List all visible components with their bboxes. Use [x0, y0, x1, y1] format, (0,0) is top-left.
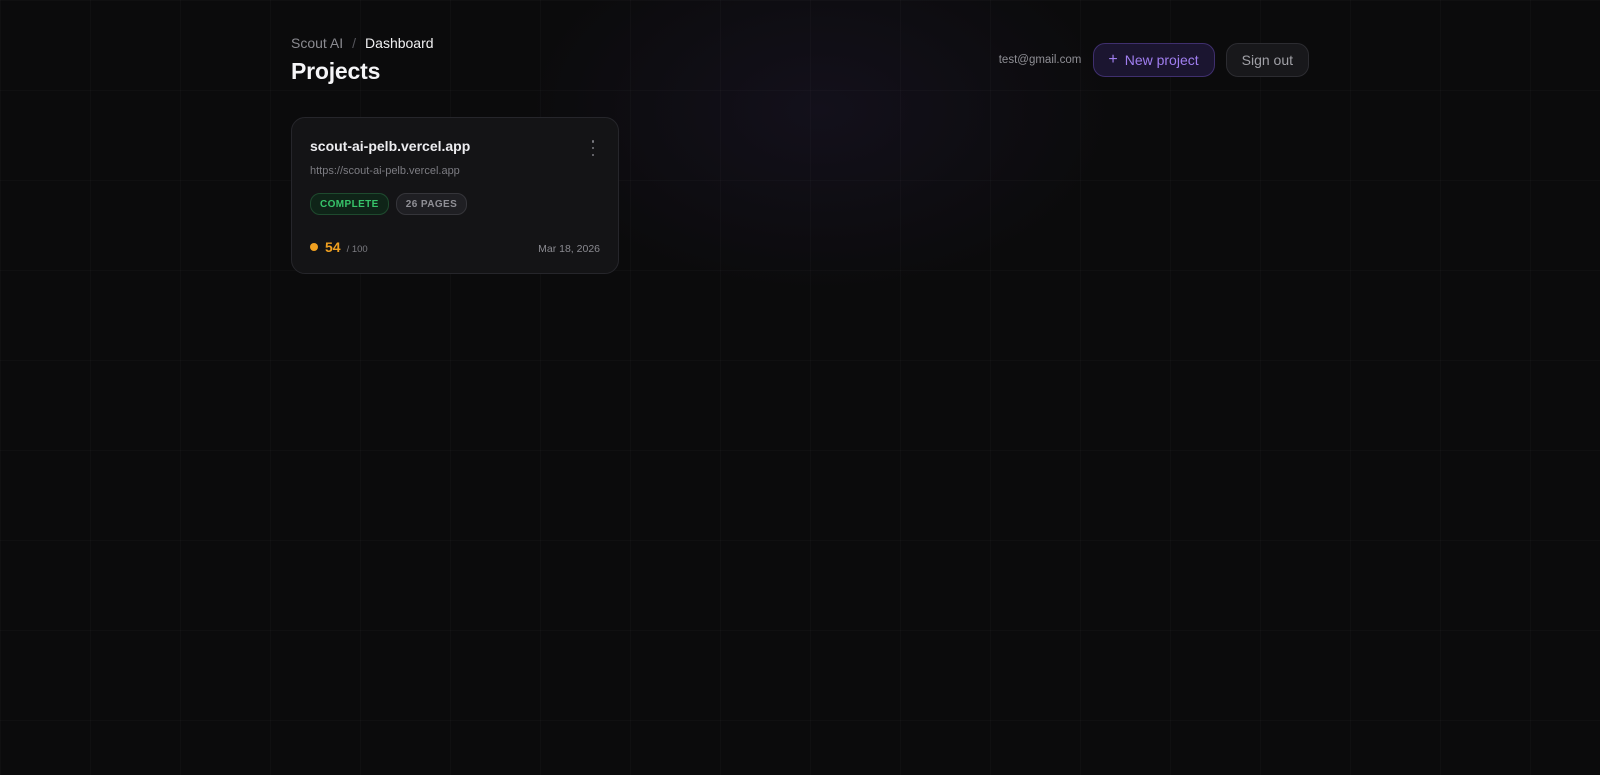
sign-out-button[interactable]: Sign out [1225, 43, 1309, 77]
menu-dot [591, 146, 595, 150]
score-max: / 100 [346, 244, 368, 255]
breadcrumb-root[interactable]: Scout AI [291, 35, 343, 51]
breadcrumb-current: Dashboard [365, 35, 434, 51]
more-options-icon[interactable] [588, 140, 598, 156]
new-project-label: New project [1124, 52, 1199, 68]
score-value: 54 [325, 239, 341, 255]
dashboard-page: Scout AI / Dashboard Projects test@gmail… [0, 0, 1600, 775]
project-date: Mar 18, 2026 [538, 243, 600, 255]
user-email: test@gmail.com [998, 54, 1082, 66]
status-badge: COMPLETE [310, 193, 389, 215]
plus-icon: + [1108, 51, 1118, 68]
project-score: 54 / 100 [310, 239, 368, 255]
project-badges: COMPLETE 26 PAGES [310, 193, 468, 215]
menu-dot [591, 140, 595, 143]
score-dot-icon [310, 243, 318, 251]
menu-dot [591, 153, 595, 156]
header-actions: test@gmail.com + New project Sign out [999, 43, 1309, 77]
breadcrumb-separator: / [352, 35, 357, 51]
project-name: scout-ai-pelb.vercel.app [310, 138, 471, 154]
breadcrumb: Scout AI / Dashboard [291, 35, 434, 51]
main-container: Scout AI / Dashboard Projects test@gmail… [291, 0, 1309, 775]
pages-badge: 26 PAGES [395, 193, 468, 215]
page-title: Projects [291, 58, 381, 84]
new-project-button[interactable]: + New project [1093, 43, 1215, 77]
project-card[interactable]: scout-ai-pelb.vercel.app https://scout-a… [291, 117, 619, 274]
project-url: https://scout-ai-pelb.vercel.app [310, 165, 460, 177]
